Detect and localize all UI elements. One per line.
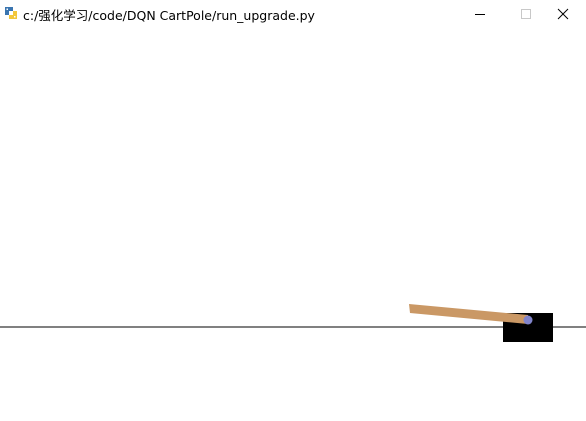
window-title: c:/强化学习/code/DQN CartPole/run_upgrade.py [23, 8, 315, 23]
game-canvas [0, 27, 586, 421]
close-button[interactable] [540, 0, 586, 27]
maximize-icon [521, 8, 531, 19]
minimize-button[interactable] [457, 0, 503, 27]
python-icon [4, 6, 18, 20]
axle [523, 315, 533, 325]
title-bar[interactable]: c:/强化学习/code/DQN CartPole/run_upgrade.py [0, 0, 586, 27]
close-icon [557, 8, 569, 19]
app-window: c:/强化学习/code/DQN CartPole/run_upgrade.py [0, 0, 586, 421]
canvas-background [0, 27, 586, 421]
minimize-icon [475, 13, 485, 15]
